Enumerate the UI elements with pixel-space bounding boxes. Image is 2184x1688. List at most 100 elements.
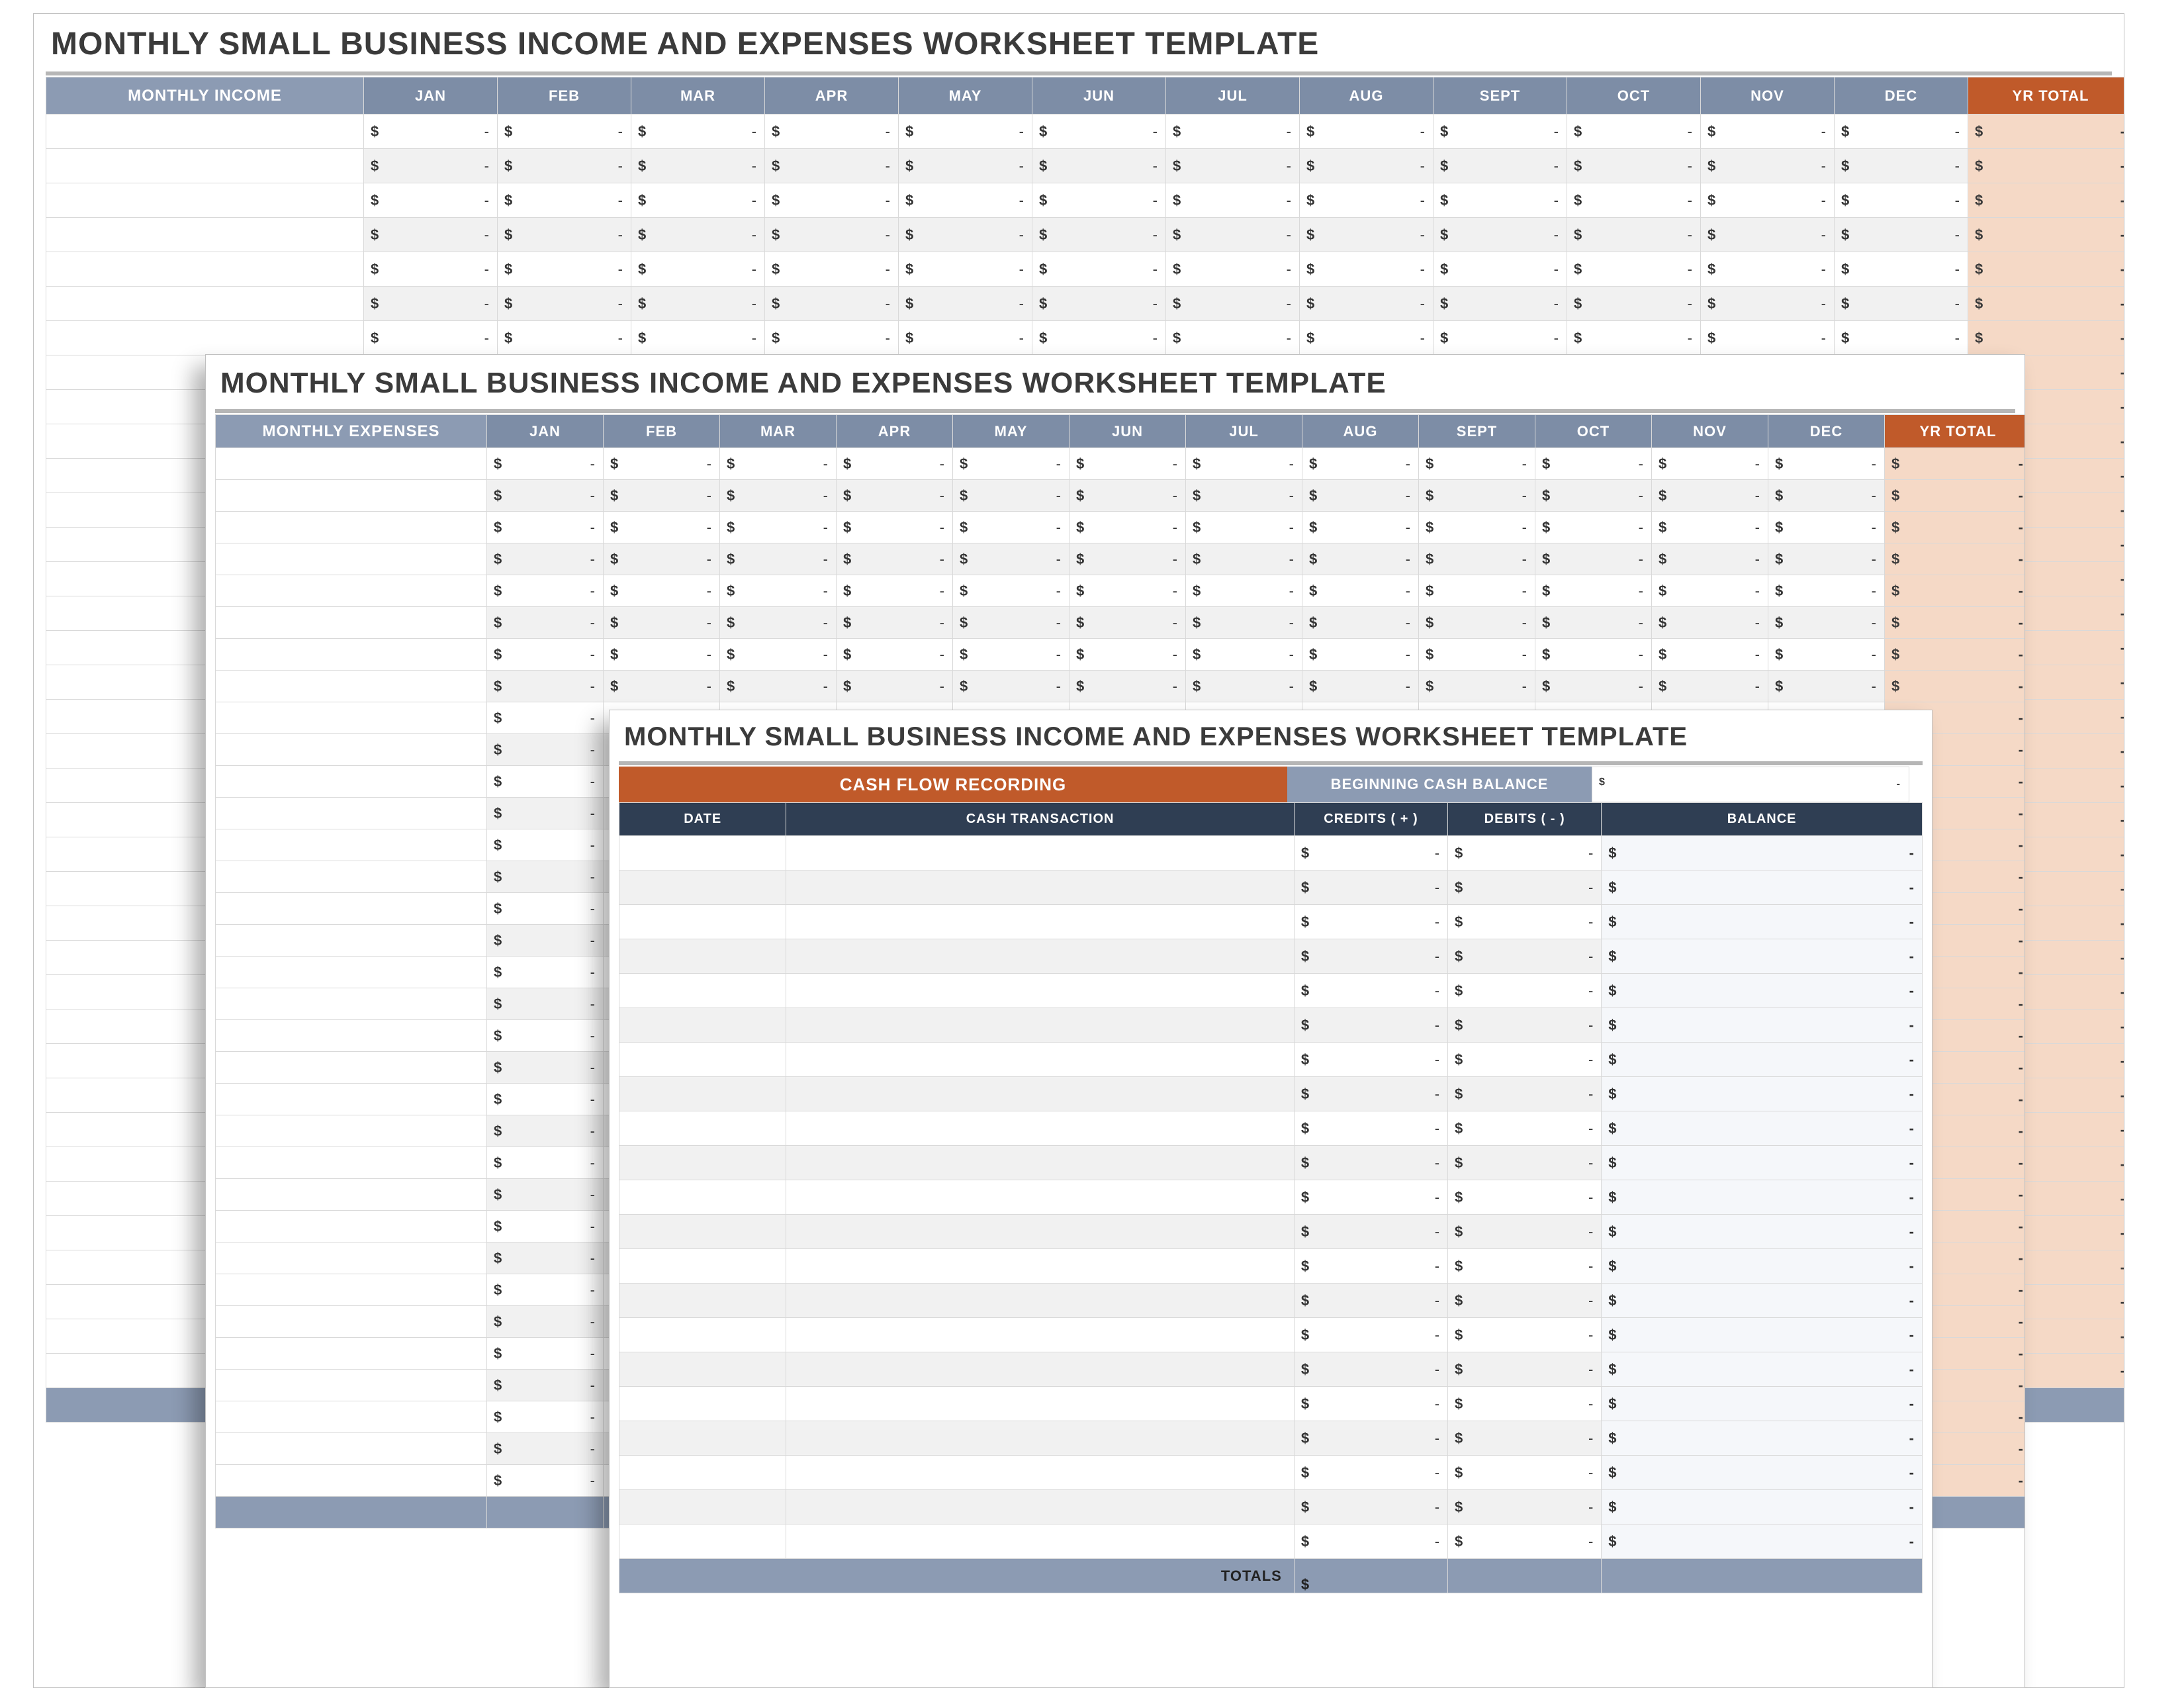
expenses-cell[interactable]: $- — [1652, 671, 1768, 702]
credits-cell[interactable]: $- — [1294, 1043, 1447, 1077]
expenses-cell[interactable]: $- — [487, 766, 604, 798]
expenses-yr-total-cell[interactable]: $- — [1885, 543, 2026, 575]
credits-cell[interactable]: $- — [1294, 1077, 1447, 1111]
income-cell[interactable]: $- — [498, 321, 631, 355]
credits-cell[interactable]: $- — [1294, 836, 1447, 870]
row-label-cell[interactable] — [46, 321, 364, 355]
balance-cell[interactable]: $- — [1602, 1490, 1923, 1524]
debits-cell[interactable]: $- — [1448, 1456, 1602, 1490]
row-label-cell[interactable] — [216, 1084, 487, 1115]
row-label-cell[interactable] — [216, 1147, 487, 1179]
row-label-cell[interactable] — [216, 988, 487, 1020]
expenses-cell[interactable]: $- — [1186, 575, 1302, 607]
income-yr-total-cell[interactable]: $- — [1968, 218, 2125, 252]
expenses-cell[interactable]: $- — [953, 671, 1069, 702]
expenses-cell[interactable]: $- — [1535, 448, 1652, 480]
income-cell[interactable]: $- — [1300, 218, 1433, 252]
expenses-cell[interactable]: $- — [1419, 607, 1535, 639]
expenses-cell[interactable]: $- — [487, 893, 604, 925]
income-cell[interactable]: $- — [899, 183, 1032, 218]
row-label-cell[interactable] — [216, 1020, 487, 1052]
expenses-cell[interactable]: $- — [1186, 639, 1302, 671]
credits-cell[interactable]: $- — [1294, 905, 1447, 939]
expenses-cell[interactable]: $- — [1419, 480, 1535, 512]
credits-cell[interactable]: $- — [1294, 1249, 1447, 1284]
income-cell[interactable]: $- — [364, 321, 498, 355]
income-cell[interactable]: $- — [765, 149, 899, 183]
debits-cell[interactable]: $- — [1448, 1387, 1602, 1421]
expenses-cell[interactable]: $- — [487, 957, 604, 988]
row-label-cell[interactable] — [216, 607, 487, 639]
balance-cell[interactable]: $- — [1602, 1077, 1923, 1111]
expenses-yr-total-cell[interactable]: $- — [1885, 671, 2026, 702]
expenses-cell[interactable]: $- — [953, 448, 1069, 480]
date-cell[interactable] — [619, 1524, 786, 1559]
income-cell[interactable]: $- — [498, 115, 631, 149]
row-label-cell[interactable] — [216, 893, 487, 925]
income-cell[interactable]: $- — [1701, 218, 1835, 252]
expenses-cell[interactable]: $- — [1302, 639, 1419, 671]
credits-cell[interactable]: $- — [1294, 1456, 1447, 1490]
income-cell[interactable]: $- — [765, 252, 899, 287]
income-cell[interactable]: $- — [899, 149, 1032, 183]
income-cell[interactable]: $- — [1032, 115, 1166, 149]
debits-cell[interactable]: $- — [1448, 1111, 1602, 1146]
debits-cell[interactable]: $- — [1448, 1180, 1602, 1215]
income-cell[interactable]: $- — [899, 115, 1032, 149]
income-cell[interactable]: $- — [1032, 287, 1166, 321]
date-cell[interactable] — [619, 974, 786, 1008]
expenses-cell[interactable]: $- — [720, 607, 837, 639]
expenses-cell[interactable]: $- — [487, 1084, 604, 1115]
date-cell[interactable] — [619, 1146, 786, 1180]
expenses-cell[interactable]: $- — [487, 1433, 604, 1465]
transaction-cell[interactable] — [786, 905, 1294, 939]
expenses-cell[interactable]: $- — [487, 448, 604, 480]
expenses-cell[interactable]: $- — [604, 480, 720, 512]
date-cell[interactable] — [619, 836, 786, 870]
income-cell[interactable]: $- — [1032, 252, 1166, 287]
row-label-cell[interactable] — [216, 1115, 487, 1147]
expenses-cell[interactable]: $- — [1186, 671, 1302, 702]
balance-cell[interactable]: $- — [1602, 1111, 1923, 1146]
income-yr-total-cell[interactable]: $- — [1968, 149, 2125, 183]
expenses-cell[interactable]: $- — [1652, 607, 1768, 639]
expenses-cell[interactable]: $- — [487, 1052, 604, 1084]
date-cell[interactable] — [619, 1387, 786, 1421]
date-cell[interactable] — [619, 1077, 786, 1111]
expenses-cell[interactable]: $- — [837, 512, 953, 543]
income-cell[interactable]: $- — [631, 183, 765, 218]
balance-cell[interactable]: $- — [1602, 1524, 1923, 1559]
date-cell[interactable] — [619, 870, 786, 905]
expenses-cell[interactable]: $- — [1069, 543, 1186, 575]
income-cell[interactable]: $- — [1567, 252, 1701, 287]
expenses-yr-total-cell[interactable]: $- — [1885, 639, 2026, 671]
income-cell[interactable]: $- — [1166, 115, 1300, 149]
debits-cell[interactable]: $- — [1448, 1249, 1602, 1284]
income-cell[interactable]: $- — [1433, 321, 1567, 355]
row-label-cell[interactable] — [46, 287, 364, 321]
income-cell[interactable]: $- — [364, 252, 498, 287]
credits-cell[interactable]: $- — [1294, 1180, 1447, 1215]
row-label-cell[interactable] — [216, 798, 487, 829]
credits-cell[interactable]: $- — [1294, 870, 1447, 905]
income-cell[interactable]: $- — [1567, 149, 1701, 183]
row-label-cell[interactable] — [216, 1433, 487, 1465]
balance-cell[interactable]: $- — [1602, 1249, 1923, 1284]
balance-cell[interactable]: $- — [1602, 905, 1923, 939]
expenses-cell[interactable]: $- — [953, 575, 1069, 607]
expenses-cell[interactable]: $- — [1652, 575, 1768, 607]
expenses-cell[interactable]: $- — [487, 1115, 604, 1147]
expenses-cell[interactable]: $- — [953, 480, 1069, 512]
date-cell[interactable] — [619, 905, 786, 939]
expenses-cell[interactable]: $- — [720, 671, 837, 702]
row-label-cell[interactable] — [216, 1052, 487, 1084]
expenses-cell[interactable]: $- — [604, 671, 720, 702]
debits-cell[interactable]: $- — [1448, 1318, 1602, 1352]
expenses-cell[interactable]: $- — [487, 1338, 604, 1370]
transaction-cell[interactable] — [786, 939, 1294, 974]
transaction-cell[interactable] — [786, 1352, 1294, 1387]
income-cell[interactable]: $- — [498, 149, 631, 183]
income-cell[interactable]: $- — [899, 287, 1032, 321]
credits-cell[interactable]: $- — [1294, 1421, 1447, 1456]
income-cell[interactable]: $- — [1835, 218, 1968, 252]
